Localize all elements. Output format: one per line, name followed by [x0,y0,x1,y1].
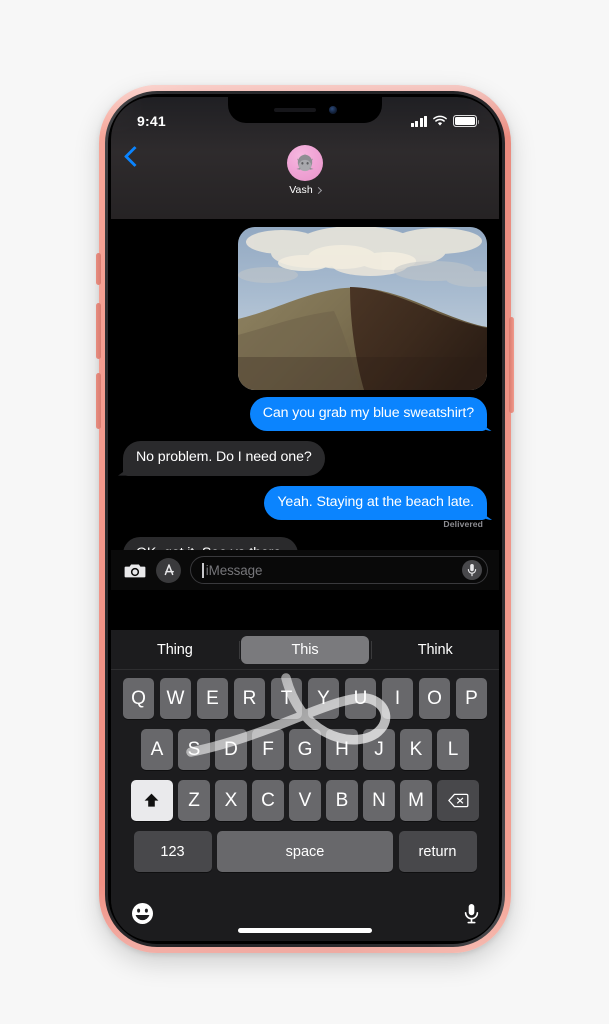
volume-up-button[interactable] [96,303,101,359]
ring-switch-button[interactable] [96,253,101,285]
shift-arrow-icon[interactable] [130,780,173,821]
key-m[interactable]: M [400,780,432,821]
dictation-microphone-icon[interactable] [464,903,479,929]
key-a[interactable]: A [141,729,173,770]
message-row[interactable]: Can you grab my blue sweatshirt? [123,397,487,432]
key-z[interactable]: Z [178,780,210,821]
key-t[interactable]: T [270,678,303,719]
key-f[interactable]: F [252,729,284,770]
key-b[interactable]: B [326,780,358,821]
key-v[interactable]: V [289,780,321,821]
key-w[interactable]: W [159,678,192,719]
on-screen-keyboard[interactable]: Thing This Think Q W E R T Y U I O P A S… [111,630,499,941]
keyboard-row-4[interactable]: 123 space return [114,831,496,872]
notch [228,97,382,123]
power-button[interactable] [509,317,514,413]
message-input-bar: iMessage [111,550,499,590]
contact-block[interactable]: Vash [111,145,499,196]
contact-name: Vash [289,184,313,196]
space-key[interactable]: space [217,831,393,872]
keyboard-bottom-bar[interactable] [111,891,499,941]
key-l[interactable]: L [437,729,469,770]
key-s[interactable]: S [178,729,210,770]
prediction-divider [238,640,240,659]
status-indicators [410,115,480,127]
keyboard-row-2[interactable]: A S D F G H J K L [114,729,496,770]
message-list[interactable]: Can you grab my blue sweatshirt? No prob… [111,219,499,590]
emoji-smiley-icon[interactable] [131,902,154,930]
key-o[interactable]: O [418,678,451,719]
return-key[interactable]: return [398,831,477,872]
app-store-icon[interactable] [156,557,181,583]
backspace-icon[interactable] [437,780,480,821]
contact-name-row[interactable]: Vash [289,184,322,196]
message-row[interactable]: No problem. Do I need one? [123,441,487,476]
camera-icon[interactable] [122,558,147,583]
status-time: 9:41 [137,113,166,129]
key-h[interactable]: H [326,729,358,770]
key-p[interactable]: P [455,678,488,719]
phone-screen: 9:41 Vash Can you grab my blue sweatshir… [111,97,499,941]
message-input-field[interactable]: iMessage [190,556,488,584]
key-g[interactable]: G [289,729,321,770]
text-cursor [202,562,204,578]
key-x[interactable]: X [215,780,247,821]
wifi-icon [433,115,447,126]
prediction-this[interactable]: This [241,635,369,664]
key-j[interactable]: J [363,729,395,770]
battery-full-icon [453,115,480,127]
predictive-text-bar[interactable]: Thing This Think [111,630,499,670]
key-q[interactable]: Q [122,678,155,719]
key-r[interactable]: R [233,678,266,719]
hill-landscape-photo[interactable] [238,227,487,390]
home-indicator[interactable] [238,928,372,933]
numbers-key[interactable]: 123 [133,831,212,872]
volume-down-button[interactable] [96,373,101,429]
key-i[interactable]: I [381,678,414,719]
chevron-right-icon [314,186,322,194]
key-d[interactable]: D [215,729,247,770]
audio-message-icon[interactable] [462,560,482,580]
key-u[interactable]: U [344,678,377,719]
message-bubble-incoming[interactable]: No problem. Do I need one? [123,441,325,476]
key-e[interactable]: E [196,678,229,719]
front-camera-icon [328,106,337,114]
prediction-think[interactable]: Think [371,636,499,664]
delivery-status: Delivered [443,518,483,529]
key-y[interactable]: Y [307,678,340,719]
iphone-device: 9:41 Vash Can you grab my blue sweatshir… [96,85,514,953]
memoji-avatar[interactable] [287,145,323,181]
key-rows[interactable]: Q W E R T Y U I O P A S D F G H J K L Z … [111,670,499,872]
key-k[interactable]: K [400,729,432,770]
prediction-thing[interactable]: Thing [111,636,239,664]
key-n[interactable]: N [363,780,395,821]
earpiece-speaker-icon [273,108,316,112]
message-row-photo[interactable] [123,227,487,390]
keyboard-row-1[interactable]: Q W E R T Y U I O P [114,678,496,719]
cellular-bars-icon [410,115,427,127]
keyboard-row-3[interactable]: Z X C V B N M [114,780,496,821]
message-bubble-outgoing[interactable]: Can you grab my blue sweatshirt? [249,397,487,432]
message-bubble-outgoing[interactable]: Yeah. Staying at the beach late. [264,485,487,520]
key-c[interactable]: C [252,780,284,821]
message-placeholder: iMessage [205,562,263,578]
message-row[interactable]: Yeah. Staying at the beach late. [123,485,487,520]
